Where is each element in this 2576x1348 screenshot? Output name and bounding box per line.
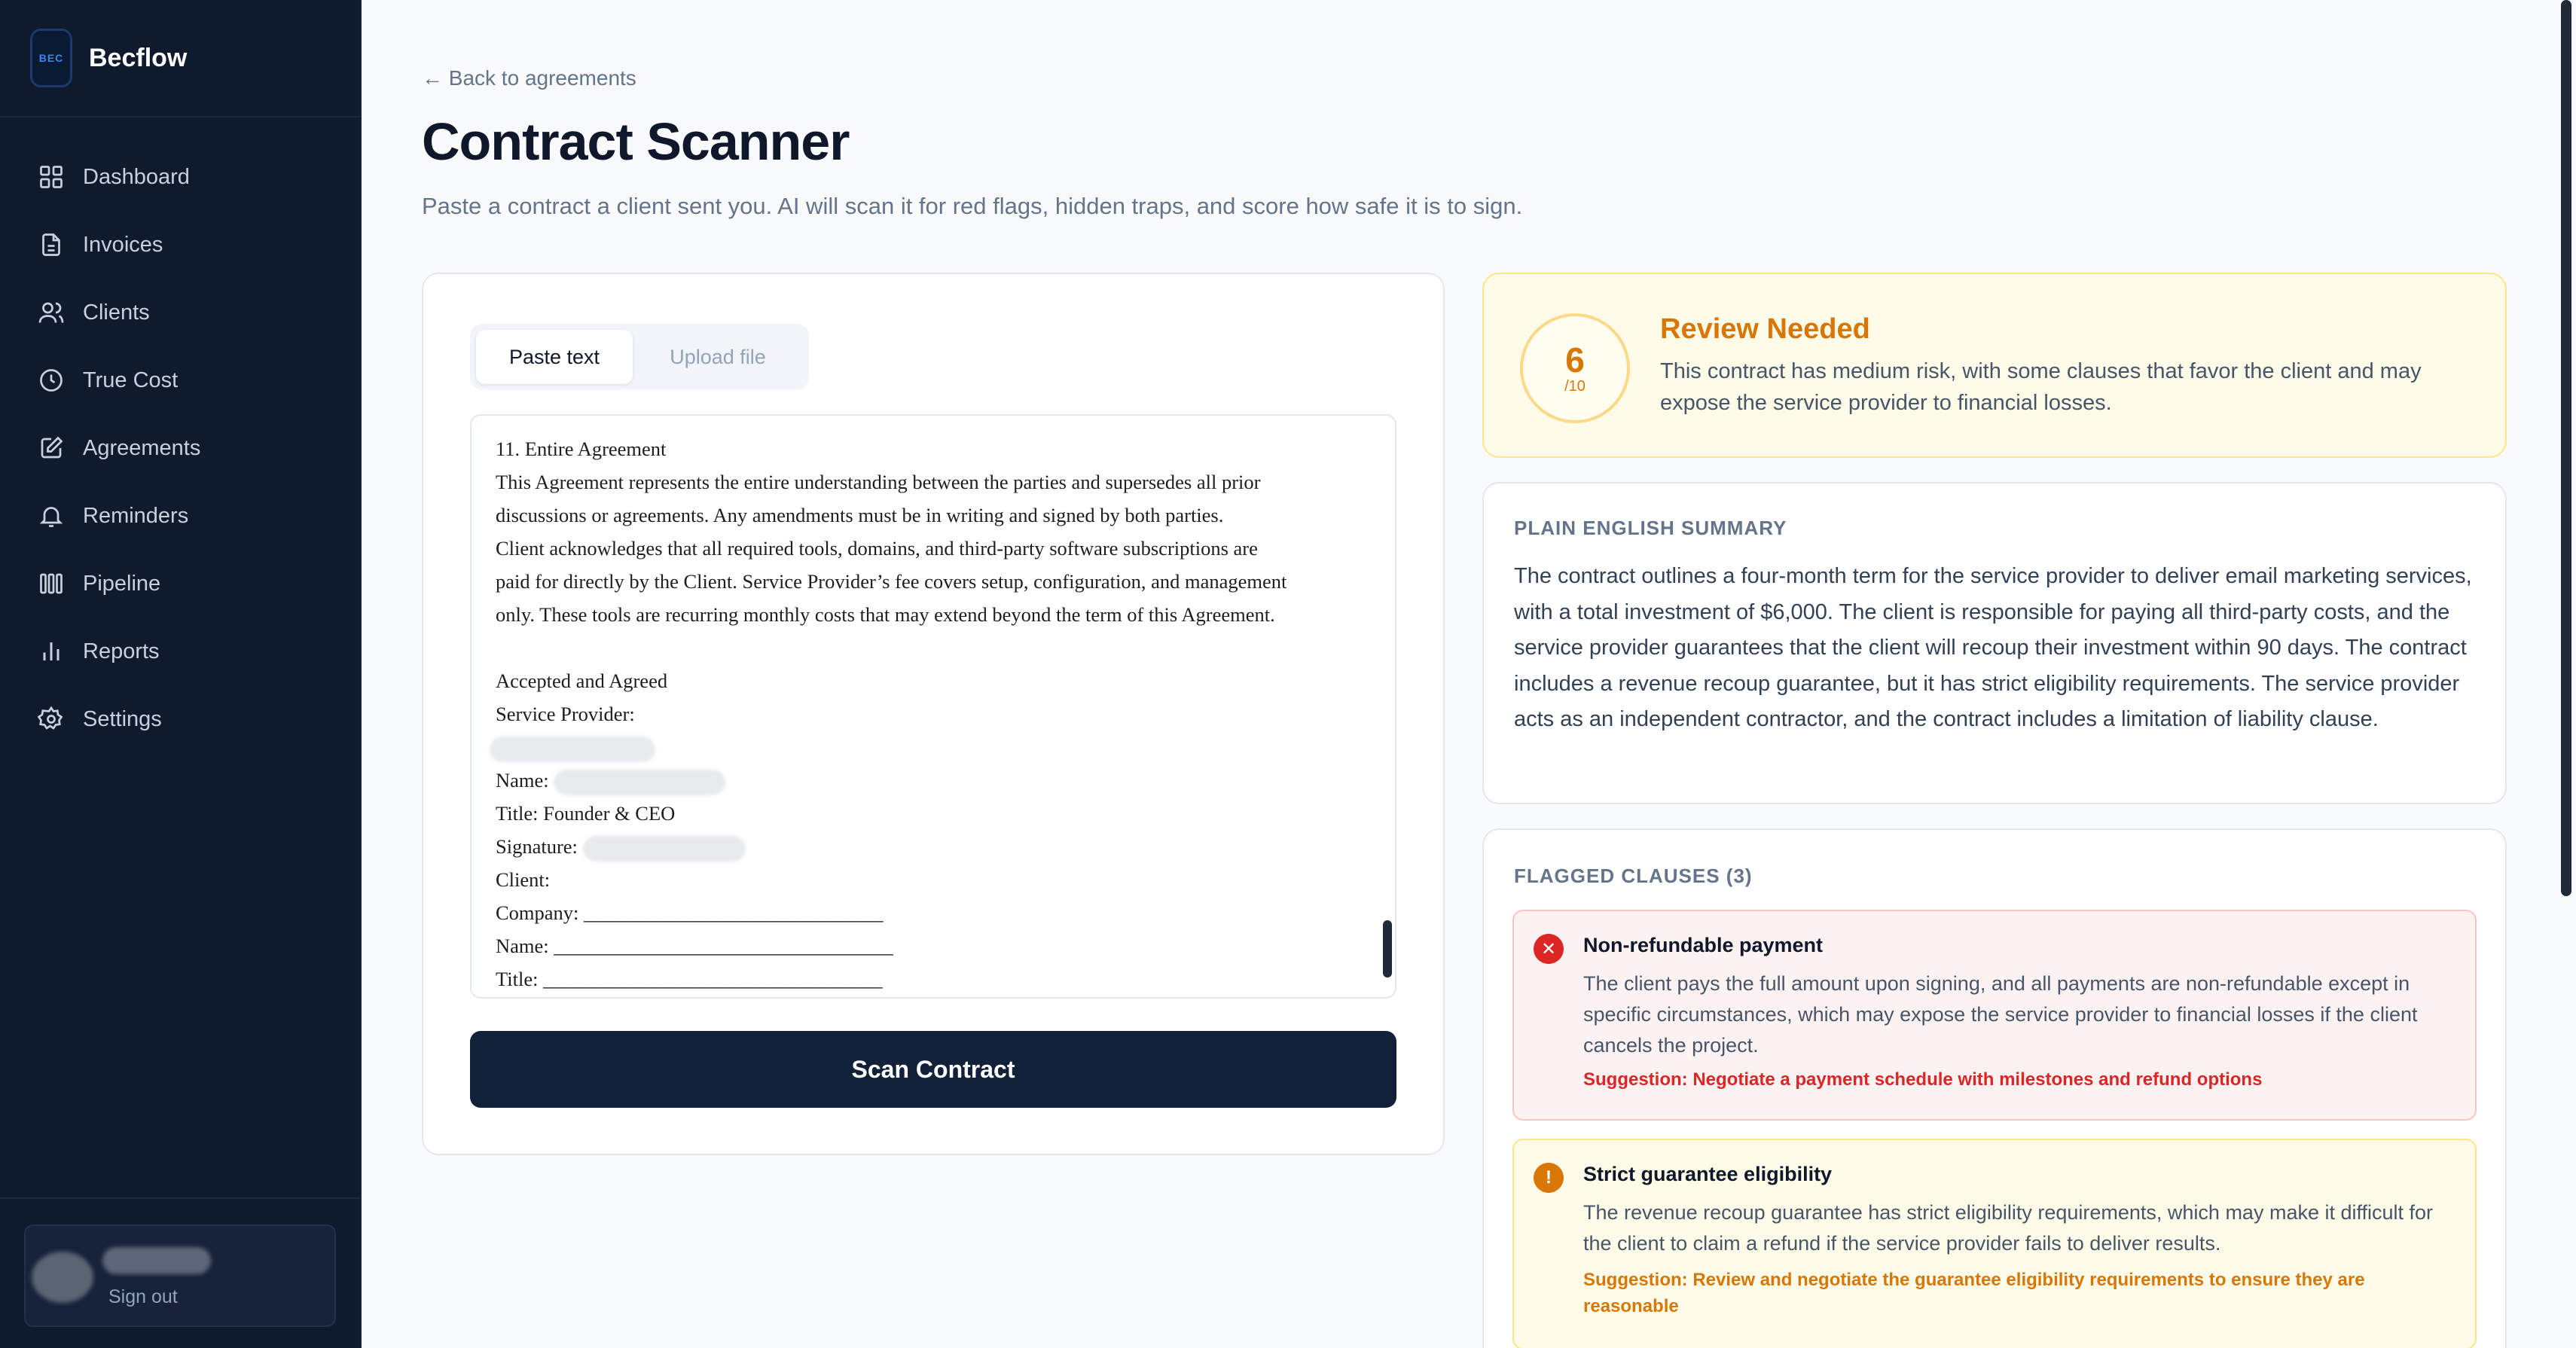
user-name-redacted bbox=[102, 1247, 211, 1274]
gear-icon bbox=[38, 706, 65, 733]
bell-icon bbox=[38, 502, 65, 529]
brand-logo: BEC bbox=[30, 29, 72, 87]
summary-heading: PLAIN ENGLISH SUMMARY bbox=[1514, 517, 1787, 539]
user-card: Sign out bbox=[24, 1224, 336, 1327]
sidebar: BEC Becflow Dashboard Invoices Clients T… bbox=[0, 0, 362, 1348]
contract-line: Title: _________________________________… bbox=[496, 968, 883, 990]
score-ring: 6 /10 bbox=[1520, 313, 1630, 423]
redacted-text bbox=[554, 769, 726, 795]
redacted-signature-line bbox=[490, 730, 1372, 764]
clock-icon bbox=[38, 367, 65, 394]
sidebar-item-reminders[interactable]: Reminders bbox=[0, 482, 361, 550]
provider-signature-line: Signature: bbox=[496, 830, 1372, 863]
sidebar-item-label: Dashboard bbox=[83, 164, 190, 189]
sidebar-item-reports[interactable]: Reports bbox=[0, 618, 361, 685]
page-subtitle: Paste a contract a client sent you. AI w… bbox=[422, 193, 1523, 219]
flag-suggestion: Suggestion: Negotiate a payment schedule… bbox=[1583, 1069, 2263, 1090]
sign-out-link[interactable]: Sign out bbox=[108, 1286, 178, 1308]
sidebar-nav: Dashboard Invoices Clients True Cost Agr… bbox=[0, 117, 361, 753]
main-content: ← Back to agreements Contract Scanner Pa… bbox=[362, 0, 2576, 1348]
contract-line: Accepted and Agreed bbox=[496, 669, 668, 692]
contract-line: Company: ______________________________ bbox=[496, 901, 884, 924]
scan-contract-button[interactable]: Scan Contract bbox=[470, 1031, 1396, 1108]
sidebar-footer: Sign out bbox=[0, 1197, 362, 1348]
document-icon bbox=[38, 231, 65, 258]
contract-line: Client acknowledges that all required to… bbox=[496, 537, 1258, 560]
contract-line: Title: Founder & CEO bbox=[496, 802, 676, 825]
sidebar-item-true-cost[interactable]: True Cost bbox=[0, 346, 361, 414]
back-to-agreements-link[interactable]: ← Back to agreements bbox=[422, 66, 636, 90]
score-title: Review Needed bbox=[1660, 313, 1870, 345]
contract-line: 11. Entire Agreement bbox=[496, 438, 667, 460]
sidebar-item-settings[interactable]: Settings bbox=[0, 685, 361, 753]
summary-text: The contract outlines a four-month term … bbox=[1514, 564, 2472, 731]
pipeline-bars-icon bbox=[38, 570, 65, 597]
contract-line: Client: bbox=[496, 868, 551, 891]
flag-title: Strict guarantee eligibility bbox=[1583, 1163, 1833, 1185]
contract-input-panel: Paste text Upload file 11. Entire Agreem… bbox=[422, 273, 1445, 1155]
redacted-text bbox=[490, 736, 655, 762]
redacted-text bbox=[582, 835, 746, 862]
brand[interactable]: BEC Becflow bbox=[0, 0, 361, 117]
sidebar-item-pipeline[interactable]: Pipeline bbox=[0, 550, 361, 618]
sidebar-item-label: True Cost bbox=[83, 367, 179, 392]
contract-line: Service Provider: bbox=[496, 703, 635, 725]
contract-line: paid for directly by the Client. Service… bbox=[496, 570, 1287, 593]
sidebar-item-clients[interactable]: Clients bbox=[0, 279, 361, 346]
x-circle-icon: ✕ bbox=[1534, 934, 1564, 964]
exclamation-circle-icon: ! bbox=[1534, 1163, 1564, 1193]
name-label: Name: bbox=[496, 769, 554, 791]
sidebar-item-dashboard[interactable]: Dashboard bbox=[0, 143, 361, 211]
sidebar-item-label: Reports bbox=[83, 639, 160, 663]
edit-icon bbox=[38, 435, 65, 462]
tab-upload-file[interactable]: Upload file bbox=[633, 330, 803, 384]
contract-line: discussions or agreements. Any amendment… bbox=[496, 504, 1224, 526]
bar-chart-icon bbox=[38, 638, 65, 665]
flag-title: Non-refundable payment bbox=[1583, 934, 1824, 956]
flag-description: The revenue recoup guarantee has strict … bbox=[1583, 1201, 2434, 1255]
score-description: This contract has medium risk, with some… bbox=[1660, 359, 2422, 415]
text-area-scrollbar[interactable] bbox=[1383, 920, 1392, 977]
sidebar-item-label: Invoices bbox=[83, 232, 163, 257]
flag-description: The client pays the full amount upon sig… bbox=[1583, 972, 2418, 1057]
page-scrollbar[interactable] bbox=[2561, 0, 2571, 896]
brand-name: Becflow bbox=[89, 43, 188, 72]
risk-score-card: 6 /10 Review Needed This contract has me… bbox=[1482, 273, 2507, 458]
flagged-clause: ✕ Non-refundable payment The client pays… bbox=[1512, 910, 2477, 1121]
flagged-clauses-card: FLAGGED CLAUSES (3) ✕ Non-refundable pay… bbox=[1482, 828, 2507, 1348]
provider-name-line: Name: bbox=[496, 764, 1372, 797]
input-mode-tabs: Paste text Upload file bbox=[470, 324, 809, 390]
summary-card: PLAIN ENGLISH SUMMARY The contract outli… bbox=[1482, 482, 2507, 804]
contract-blank-line bbox=[496, 631, 1372, 664]
contract-line: This Agreement represents the entire und… bbox=[496, 471, 1261, 493]
tab-paste-text[interactable]: Paste text bbox=[476, 330, 633, 384]
users-icon bbox=[38, 299, 65, 326]
contract-line: Name: __________________________________ bbox=[496, 935, 893, 957]
avatar bbox=[32, 1252, 93, 1303]
sidebar-item-label: Pipeline bbox=[83, 571, 161, 596]
score-value: 6 bbox=[1565, 340, 1585, 380]
sidebar-item-label: Agreements bbox=[83, 435, 201, 460]
sidebar-item-invoices[interactable]: Invoices bbox=[0, 211, 361, 279]
dashboard-grid-icon bbox=[38, 163, 65, 191]
contract-text-area[interactable]: 11. Entire Agreement This Agreement repr… bbox=[470, 414, 1396, 999]
page-title: Contract Scanner bbox=[422, 112, 850, 171]
sidebar-item-label: Reminders bbox=[83, 503, 189, 528]
contract-line: only. These tools are recurring monthly … bbox=[496, 603, 1275, 626]
score-max: /10 bbox=[1564, 378, 1586, 395]
flagged-clause: ! Strict guarantee eligibility The reven… bbox=[1512, 1139, 2477, 1348]
sidebar-item-label: Settings bbox=[83, 706, 162, 731]
signature-label: Signature: bbox=[496, 835, 583, 858]
flagged-clauses-heading: FLAGGED CLAUSES (3) bbox=[1514, 865, 1753, 887]
sidebar-item-label: Clients bbox=[83, 300, 150, 325]
sidebar-item-agreements[interactable]: Agreements bbox=[0, 414, 361, 482]
flag-suggestion: Suggestion: Review and negotiate the gua… bbox=[1583, 1270, 2365, 1316]
